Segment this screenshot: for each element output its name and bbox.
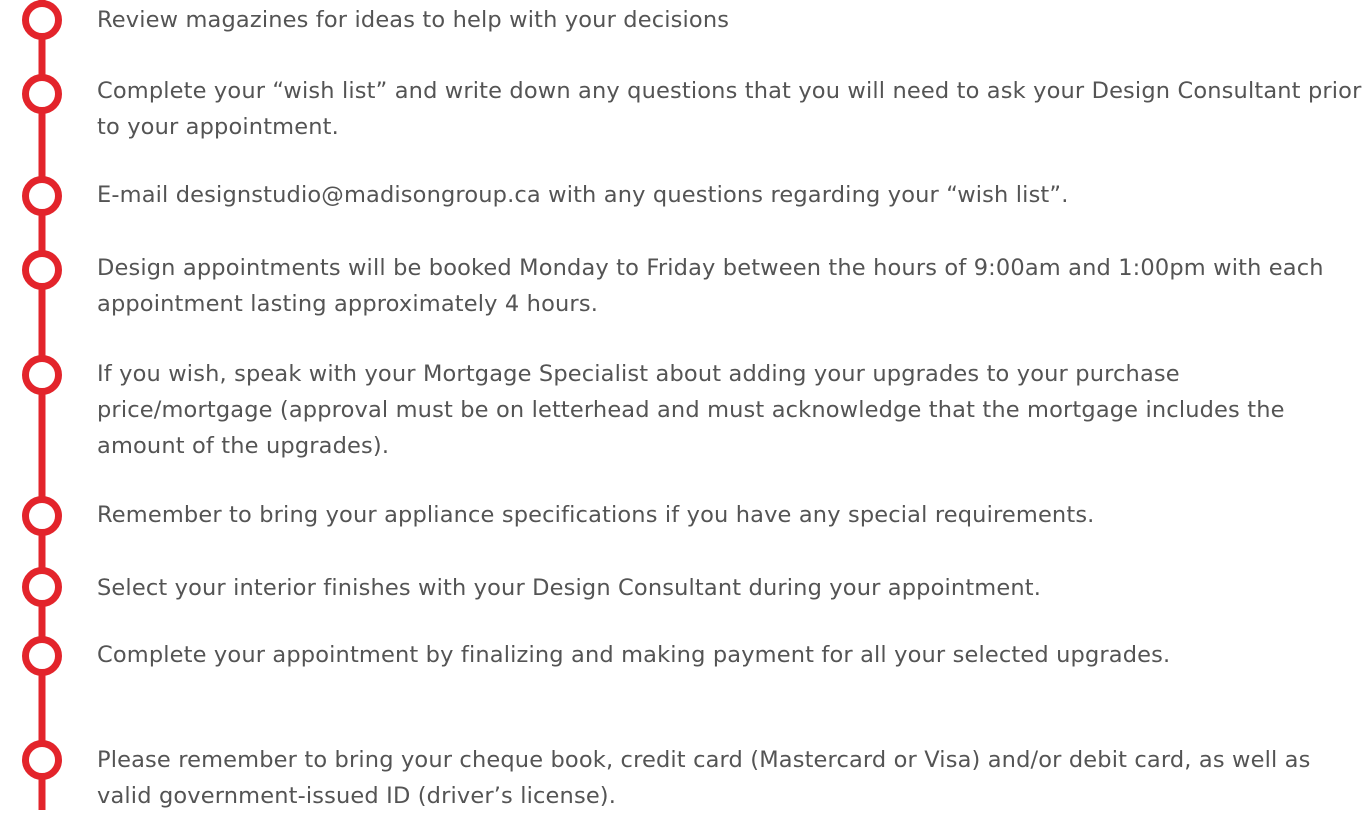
step-text-bring-payment-id: Please remember to bring your cheque boo… [97, 747, 1311, 809]
step-text-email-design-studio: E-mail designstudio@madisongroup.ca with… [97, 182, 1069, 208]
step-marker-circle [22, 0, 62, 40]
step-text-wish-list: Complete your “wish list” and write down… [97, 78, 1362, 140]
timeline [22, 0, 62, 810]
step-marker-circle [22, 176, 62, 216]
step-text-review-magazines: Review magazines for ideas to help with … [97, 7, 730, 33]
step-text-mortgage-specialist: If you wish, speak with your Mortgage Sp… [97, 361, 1285, 459]
step-marker-circle [22, 74, 62, 114]
step-marker-circle [22, 355, 62, 395]
step-marker-circle [22, 250, 62, 290]
step-marker-circle [22, 567, 62, 607]
step-text-interior-finishes: Select your interior finishes with your … [97, 575, 1042, 601]
step-marker-circle [22, 636, 62, 676]
step-text-appliance-specifications: Remember to bring your appliance specifi… [97, 502, 1095, 528]
step-text-finalize-payment: Complete your appointment by finalizing … [97, 642, 1171, 668]
step-marker-circle [22, 740, 62, 780]
step-text-appointment-hours: Design appointments will be booked Monda… [97, 255, 1324, 317]
step-marker-circle [22, 496, 62, 536]
